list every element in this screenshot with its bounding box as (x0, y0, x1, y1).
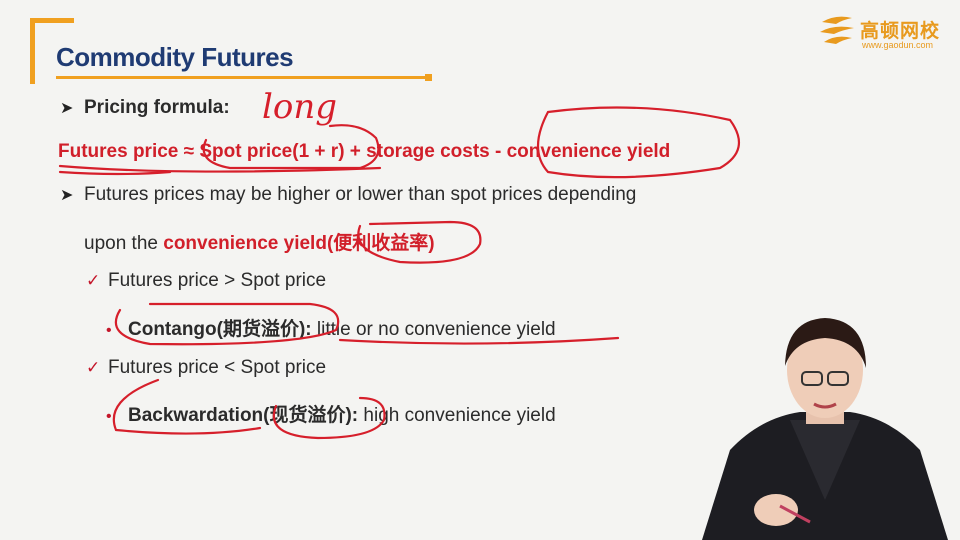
dot-bullet-icon: • (106, 322, 112, 339)
dot-bullet-icon: • (106, 408, 112, 425)
handwritten-long: long (262, 87, 337, 127)
point-1-line-2: upon the convenience yield(便利收益率) (84, 228, 435, 255)
brand-logo: 高顿网校 www.gaodun.com (816, 12, 946, 56)
pricing-label: Pricing formula: (84, 97, 230, 118)
convenience-yield-term: convenience yield (163, 233, 327, 254)
arrow-bullet-icon: ➤ (60, 187, 74, 204)
backwardation-desc: high convenience yield (358, 405, 556, 426)
convenience-yield-cn: (便利收益率) (326, 233, 435, 254)
gaodun-logo-icon (820, 16, 854, 44)
brand-url: www.gaodun.com (862, 40, 934, 50)
backwardation-term: Backwardation(现货溢价): (128, 405, 359, 426)
point-1-prefix: upon the (84, 233, 164, 254)
case-2-text: Futures price < Spot price (108, 357, 327, 378)
slide: Commodity Futures 高顿网校 www.gaodun.com ➤ P… (0, 0, 960, 540)
pricing-formula-row: ➤ Pricing formula: (60, 97, 230, 119)
formula-underline-2 (58, 170, 172, 176)
contango-term: Contango(期货溢价): (128, 319, 312, 340)
contango-row: • Contango(期货溢价): little or no convenienc… (106, 314, 556, 341)
slide-title: Commodity Futures (56, 42, 294, 72)
title-underline (56, 74, 432, 81)
formula-line: Futures price ≈ Spot price(1 + r) + stor… (58, 141, 671, 162)
formula-underline (58, 164, 382, 173)
backwardation-row: • Backwardation(现货溢价): high convenience y… (106, 400, 556, 427)
case-1-row: ✓ Futures price > Spot price (86, 270, 326, 292)
presenter-video (702, 318, 948, 540)
check-icon: ✓ (86, 271, 101, 290)
point-1-line-1: ➤ Futures prices may be higher or lower t… (60, 184, 636, 206)
point-1-text: Futures prices may be higher or lower th… (84, 184, 637, 205)
brand-name: 高顿网校 (860, 20, 941, 42)
arrow-bullet-icon: ➤ (60, 100, 74, 117)
case-2-row: ✓ Futures price < Spot price (86, 357, 326, 379)
case-1-text: Futures price > Spot price (108, 270, 327, 291)
check-icon: ✓ (86, 358, 101, 377)
contango-desc: little or no convenience yield (311, 319, 556, 340)
